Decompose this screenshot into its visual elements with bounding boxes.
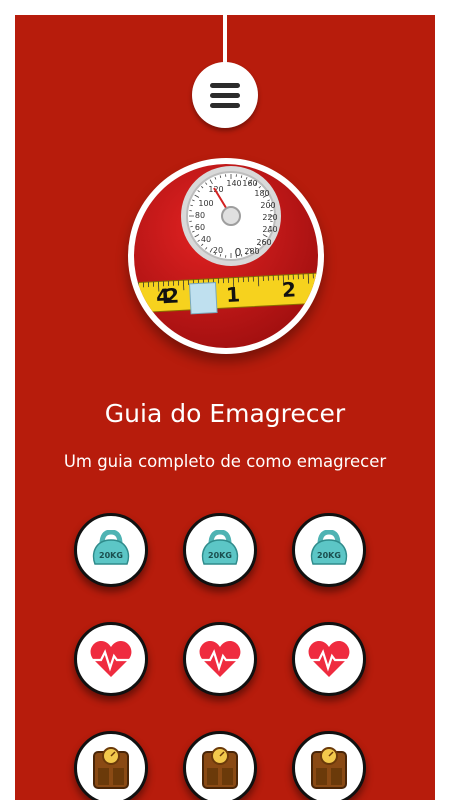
svg-text:20KG: 20KG <box>208 551 232 560</box>
scale-button-1[interactable] <box>74 731 148 800</box>
kettlebell-button-3[interactable]: 20KG <box>292 513 366 587</box>
app-title: Guia do Emagrecer <box>104 399 346 428</box>
svg-text:160: 160 <box>242 179 257 188</box>
svg-text:2: 2 <box>281 277 296 302</box>
scale-icon <box>93 747 129 789</box>
svg-text:0: 0 <box>235 246 242 259</box>
app-subtitle: Um guia completo de como emagrecer <box>63 452 387 471</box>
app-screen: 140 160 180 120 200 100 220 80 240 60 26… <box>15 15 435 800</box>
scale-icon <box>202 747 238 789</box>
svg-text:40: 40 <box>201 235 211 244</box>
heart-pulse-icon <box>199 641 241 677</box>
kettlebell-icon: 20KG <box>310 530 348 565</box>
kettlebell-button-2[interactable]: 20KG <box>183 513 257 587</box>
svg-text:20KG: 20KG <box>317 551 341 560</box>
svg-text:140: 140 <box>226 179 241 188</box>
svg-text:200: 200 <box>260 201 275 210</box>
scale-icon <box>311 747 347 789</box>
svg-text:240: 240 <box>262 225 277 234</box>
heart-pulse-button-1[interactable] <box>74 622 148 696</box>
svg-text:20KG: 20KG <box>99 551 123 560</box>
scale-button-3[interactable] <box>292 731 366 800</box>
menu-button[interactable] <box>192 62 258 128</box>
heart-pulse-icon <box>90 641 132 677</box>
svg-text:20: 20 <box>213 246 223 255</box>
svg-text:60: 60 <box>195 223 205 232</box>
scale-tape-logo-icon: 140 160 180 120 200 100 220 80 240 60 26… <box>134 164 318 348</box>
kettlebell-button-1[interactable]: 20KG <box>74 513 148 587</box>
heart-pulse-icon <box>308 641 350 677</box>
app-logo: 140 160 180 120 200 100 220 80 240 60 26… <box>128 158 324 354</box>
hamburger-icon <box>210 82 240 88</box>
svg-text:280: 280 <box>244 247 259 256</box>
scale-button-2[interactable] <box>183 731 257 800</box>
svg-text:180: 180 <box>254 189 269 198</box>
kettlebell-icon: 20KG <box>201 530 239 565</box>
svg-text:80: 80 <box>195 211 205 220</box>
svg-text:100: 100 <box>198 199 213 208</box>
svg-text:220: 220 <box>262 213 277 222</box>
kettlebell-icon: 20KG <box>92 530 130 565</box>
svg-text:1: 1 <box>226 282 241 307</box>
svg-text:2: 2 <box>165 283 180 308</box>
svg-text:260: 260 <box>256 238 271 247</box>
heart-pulse-button-2[interactable] <box>183 622 257 696</box>
heart-pulse-button-3[interactable] <box>292 622 366 696</box>
